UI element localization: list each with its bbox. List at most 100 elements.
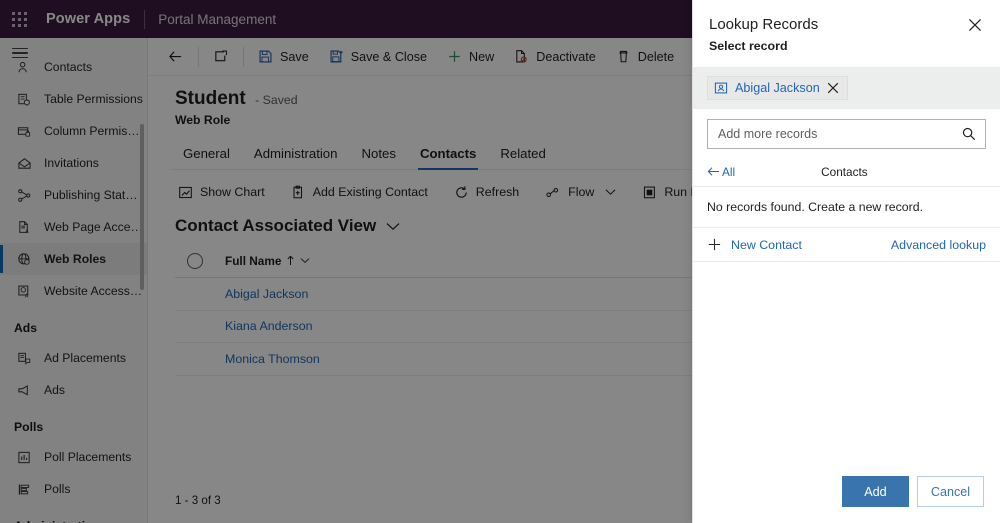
sidebar-group-ads: Ads: [14, 321, 38, 335]
tab-related[interactable]: Related: [488, 140, 557, 169]
sidebar-item-web-roles[interactable]: Web Roles: [0, 243, 147, 275]
sidebar-item-web-page-access[interactable]: A Web Page Access ...: [0, 211, 147, 243]
sidebar: Contacts Table Permissions Column Permis…: [0, 38, 148, 523]
plus-icon: [447, 49, 462, 64]
chart-icon: [178, 185, 193, 200]
new-contact-button[interactable]: New Contact: [707, 237, 802, 252]
tab-notes[interactable]: Notes: [349, 140, 407, 169]
brand-label[interactable]: Power Apps: [46, 11, 130, 27]
sidebar-item-label: Web Roles: [44, 252, 107, 266]
polls-icon: [14, 481, 34, 497]
sidebar-item-poll-placements[interactable]: Poll Placements: [0, 441, 147, 473]
app-name-label[interactable]: Portal Management: [158, 12, 276, 27]
cancel-button[interactable]: Cancel: [917, 476, 984, 507]
subgrid-refresh-button[interactable]: Refresh: [441, 173, 532, 211]
row-full-name-link[interactable]: Kiana Anderson: [225, 319, 313, 333]
lookup-panel-subtitle: Select record: [709, 39, 788, 53]
contact-card-icon: [714, 81, 728, 95]
website-access-icon: A: [14, 283, 34, 299]
ads-icon: [14, 382, 34, 398]
command-label: Save: [280, 49, 309, 64]
selected-record-chip[interactable]: Abigal Jackson: [707, 76, 848, 100]
advanced-lookup-link[interactable]: Advanced lookup: [891, 238, 986, 252]
trash-icon: [616, 49, 631, 64]
back-arrow-icon: [167, 49, 184, 64]
search-icon[interactable]: [961, 126, 977, 142]
save-button[interactable]: Save: [248, 38, 319, 76]
sidebar-item-table-permissions[interactable]: Table Permissions: [0, 83, 147, 115]
sidebar-group-administration: Administration: [0, 505, 147, 523]
delete-button[interactable]: Delete: [606, 38, 684, 76]
lookup-entity-label: Contacts: [821, 164, 868, 179]
sidebar-group-polls: Polls: [14, 420, 44, 434]
command-label: Flow: [568, 185, 595, 199]
sidebar-item-ads[interactable]: Ads: [0, 374, 147, 406]
sidebar-item-label: Web Page Access ...: [44, 220, 144, 234]
view-name-label: Contact Associated View: [175, 216, 377, 235]
open-in-new-window-button[interactable]: [203, 38, 239, 76]
tab-contacts[interactable]: Contacts: [408, 140, 488, 170]
column-header-full-name[interactable]: Full Name: [225, 254, 310, 268]
back-button[interactable]: [157, 38, 194, 76]
sidebar-item-label: Contacts: [44, 60, 93, 74]
breadcrumb-all-link[interactable]: All: [707, 165, 735, 179]
refresh-icon: [454, 185, 469, 200]
tab-administration[interactable]: Administration: [242, 140, 350, 169]
command-label: Delete: [637, 49, 675, 64]
sidebar-item-polls[interactable]: Polls: [0, 473, 147, 505]
sidebar-item-contacts-clipped[interactable]: Contacts: [0, 51, 147, 83]
sidebar-item-invitations[interactable]: Invitations: [0, 147, 147, 179]
sidebar-item-publishing-state-transitions[interactable]: Publishing State T...: [0, 179, 147, 211]
flow-button[interactable]: Flow: [532, 173, 629, 211]
deactivate-icon: [514, 49, 529, 64]
poll-placements-icon: [14, 449, 34, 465]
column-header-label: Full Name: [225, 253, 282, 268]
table-permissions-icon: [14, 91, 34, 107]
close-icon[interactable]: [827, 82, 839, 94]
close-icon[interactable]: [962, 12, 988, 38]
add-existing-icon: [291, 185, 306, 200]
sidebar-item-label: Website Access P...: [44, 284, 144, 298]
chevron-down-icon[interactable]: [300, 257, 310, 264]
sidebar-item-label: Publishing State T...: [44, 188, 144, 202]
sidebar-item-ad-placements[interactable]: Ad Placements: [0, 342, 147, 374]
search-box[interactable]: [707, 119, 986, 149]
sidebar-item-column-permissions[interactable]: Column Permissio...: [0, 115, 147, 147]
save-and-close-button[interactable]: Save & Close: [319, 38, 437, 76]
command-label: Refresh: [475, 185, 520, 199]
sidebar-item-label: Polls: [44, 482, 71, 496]
open-in-new-window-icon: [213, 49, 229, 64]
publishing-state-icon: [14, 187, 34, 203]
invitations-icon: [14, 155, 34, 171]
command-divider: [243, 46, 244, 67]
lookup-panel-footer: Add Cancel: [693, 476, 1000, 523]
contacts-icon: [14, 59, 34, 75]
flow-icon: [545, 185, 561, 200]
select-all-circle-icon[interactable]: [187, 252, 203, 269]
run-report-icon: [642, 185, 657, 200]
sidebar-item-label: Poll Placements: [44, 450, 132, 464]
lookup-records-panel: Lookup Records Select record Abigal Jack…: [692, 0, 1000, 523]
search-input[interactable]: [718, 127, 961, 141]
deactivate-button[interactable]: Deactivate: [504, 38, 606, 76]
row-full-name-link[interactable]: Monica Thomson: [225, 352, 320, 366]
brand-divider: [144, 9, 146, 29]
new-button[interactable]: New: [437, 38, 504, 76]
sidebar-scrollbar[interactable]: [140, 124, 144, 290]
chevron-down-icon[interactable]: [386, 222, 400, 231]
chip-label: Abigal Jackson: [735, 81, 820, 95]
add-existing-contact-button[interactable]: Add Existing Contact: [278, 173, 441, 211]
save-icon: [258, 49, 273, 64]
row-full-name-link[interactable]: Abigal Jackson: [225, 287, 308, 301]
command-label: Show Chart: [200, 185, 265, 199]
sidebar-item-website-access-permissions[interactable]: A Website Access P...: [0, 275, 147, 307]
add-button[interactable]: Add: [842, 476, 909, 507]
waffle-icon[interactable]: [0, 0, 38, 38]
tab-general[interactable]: General: [171, 140, 242, 169]
record-count-label: 1 - 3 of 3: [175, 494, 221, 507]
show-chart-button[interactable]: Show Chart: [165, 173, 278, 211]
back-arrow-icon: [707, 166, 720, 177]
command-label: Add Existing Contact: [312, 185, 428, 199]
svg-text:A: A: [24, 293, 28, 299]
command-label: New: [469, 49, 495, 64]
